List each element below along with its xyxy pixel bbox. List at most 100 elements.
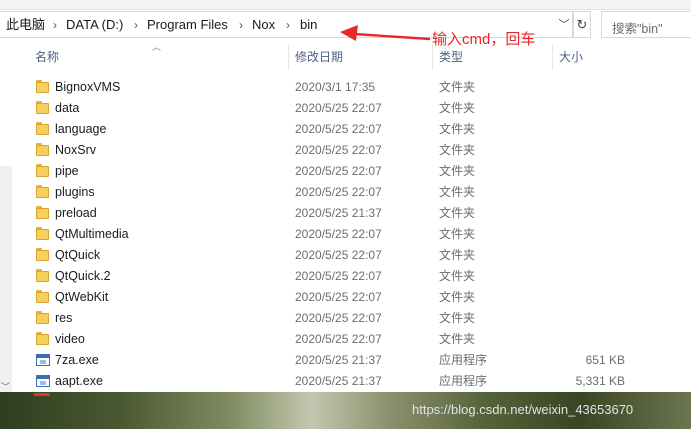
column-header-date[interactable]: 修改日期	[295, 46, 343, 68]
partial-icon	[34, 393, 50, 396]
file-type: 应用程序	[439, 374, 488, 388]
breadcrumb-separator-icon[interactable]: ›	[131, 17, 141, 33]
refresh-button[interactable]: ↻	[573, 11, 591, 38]
column-divider[interactable]	[432, 44, 433, 70]
file-row[interactable]: aapt.exe 2020/5/25 21:37 应用程序 5,331 KB	[0, 371, 640, 392]
file-row[interactable]: data 2020/5/25 22:07 文件夹	[0, 98, 640, 119]
breadcrumb-data-drive[interactable]: DATA (D:)	[66, 17, 123, 33]
breadcrumb-this-pc[interactable]: 此电脑	[6, 17, 45, 33]
file-date: 2020/5/25 22:07	[295, 143, 382, 157]
file-size: 651 KB	[585, 353, 625, 367]
file-type: 文件夹	[439, 311, 476, 325]
file-name: NoxSrv	[55, 143, 96, 157]
file-row[interactable]: BignoxVMS 2020/3/1 17:35 文件夹	[0, 77, 640, 98]
column-divider[interactable]	[552, 44, 553, 70]
file-row[interactable]: NoxSrv 2020/5/25 22:07 文件夹	[0, 140, 640, 161]
column-divider[interactable]	[288, 44, 289, 70]
file-name: QtWebKit	[55, 290, 109, 304]
file-size	[560, 329, 625, 350]
breadcrumb-nox[interactable]: Nox	[252, 17, 275, 33]
file-row[interactable]: res 2020/5/25 22:07 文件夹	[0, 308, 640, 329]
file-row[interactable]: plugins 2020/5/25 22:07 文件夹	[0, 182, 640, 203]
file-row[interactable]: QtMultimedia 2020/5/25 22:07 文件夹	[0, 224, 640, 245]
file-date: 2020/5/25 22:07	[295, 332, 382, 346]
file-date: 2020/3/1 17:35	[295, 80, 376, 94]
address-dropdown-icon[interactable]: ﹀	[556, 16, 572, 34]
sort-ascending-icon: ︿	[152, 42, 162, 52]
file-type: 文件夹	[439, 248, 476, 262]
ribbon-remnant	[0, 0, 691, 10]
file-name: 7za.exe	[55, 353, 99, 367]
file-date: 2020/5/25 22:07	[295, 122, 382, 136]
file-row[interactable]: 7za.exe 2020/5/25 21:37 应用程序 651 KB	[0, 350, 640, 371]
file-date: 2020/5/25 21:37	[295, 353, 382, 367]
file-row[interactable]: preload 2020/5/25 21:37 文件夹	[0, 203, 640, 224]
file-row[interactable]: pipe 2020/5/25 22:07 文件夹	[0, 161, 640, 182]
folder-icon	[36, 290, 50, 304]
breadcrumb-program-files[interactable]: Program Files	[147, 17, 228, 33]
file-size	[560, 140, 625, 161]
file-name: BignoxVMS	[55, 80, 121, 94]
folder-icon	[36, 269, 50, 283]
file-size	[560, 119, 625, 140]
column-header-type[interactable]: 类型	[439, 46, 463, 68]
exe-icon	[36, 374, 50, 388]
folder-icon	[36, 311, 50, 325]
file-name: language	[55, 122, 107, 136]
file-type: 文件夹	[439, 80, 476, 94]
file-name: res	[55, 311, 73, 325]
file-date: 2020/5/25 21:37	[295, 374, 382, 388]
search-input[interactable]: 搜索"bin"	[601, 11, 691, 38]
file-row[interactable]: video 2020/5/25 22:07 文件夹	[0, 329, 640, 350]
file-row[interactable]: QtWebKit 2020/5/25 22:07 文件夹	[0, 287, 640, 308]
refresh-icon: ↻	[576, 17, 588, 32]
file-size	[560, 203, 625, 224]
file-size	[560, 98, 625, 119]
file-date: 2020/5/25 21:37	[295, 206, 382, 220]
file-row[interactable]: language 2020/5/25 22:07 文件夹	[0, 119, 640, 140]
folder-icon	[36, 122, 50, 136]
file-type: 应用程序	[439, 353, 488, 367]
file-size	[560, 308, 625, 329]
watermark-text: https://blog.csdn.net/weixin_43653670	[412, 402, 634, 417]
file-row[interactable]: QtQuick 2020/5/25 22:07 文件夹	[0, 245, 640, 266]
file-size	[560, 77, 625, 98]
folder-icon	[36, 227, 50, 241]
breadcrumb-separator-icon[interactable]: ›	[236, 17, 246, 33]
search-placeholder: 搜索"bin"	[612, 22, 663, 36]
file-type: 文件夹	[439, 164, 476, 178]
exe-icon	[36, 353, 50, 367]
file-name: QtQuick	[55, 248, 101, 262]
file-type: 文件夹	[439, 269, 476, 283]
folder-icon	[36, 143, 50, 157]
folder-icon	[36, 80, 50, 94]
file-date: 2020/5/25 22:07	[295, 311, 382, 325]
file-size	[560, 182, 625, 203]
file-date: 2020/5/25 22:07	[295, 227, 382, 241]
file-size	[560, 224, 625, 245]
breadcrumb-separator-icon[interactable]: ›	[283, 17, 293, 33]
file-size	[560, 161, 625, 182]
file-name: preload	[55, 206, 97, 220]
file-type: 文件夹	[439, 206, 476, 220]
file-row[interactable]: QtQuick.2 2020/5/25 22:07 文件夹	[0, 266, 640, 287]
file-date: 2020/5/25 22:07	[295, 269, 382, 283]
file-type: 文件夹	[439, 122, 476, 136]
file-type: 文件夹	[439, 143, 476, 157]
folder-icon	[36, 185, 50, 199]
file-size	[560, 266, 625, 287]
column-header-size[interactable]: 大小	[559, 46, 583, 68]
file-name: video	[55, 332, 85, 346]
breadcrumb-bin[interactable]: bin	[300, 17, 317, 33]
file-type: 文件夹	[439, 290, 476, 304]
file-size: 5,331 KB	[575, 374, 625, 388]
file-date: 2020/5/25 22:07	[295, 290, 382, 304]
file-type: 文件夹	[439, 185, 476, 199]
file-name: QtQuick.2	[55, 269, 111, 283]
breadcrumb-separator-icon[interactable]: ›	[50, 17, 60, 33]
file-date: 2020/5/25 22:07	[295, 185, 382, 199]
column-header-name[interactable]: 名称	[35, 46, 59, 68]
file-size	[560, 287, 625, 308]
file-type: 文件夹	[439, 332, 476, 346]
file-name: pipe	[55, 164, 79, 178]
